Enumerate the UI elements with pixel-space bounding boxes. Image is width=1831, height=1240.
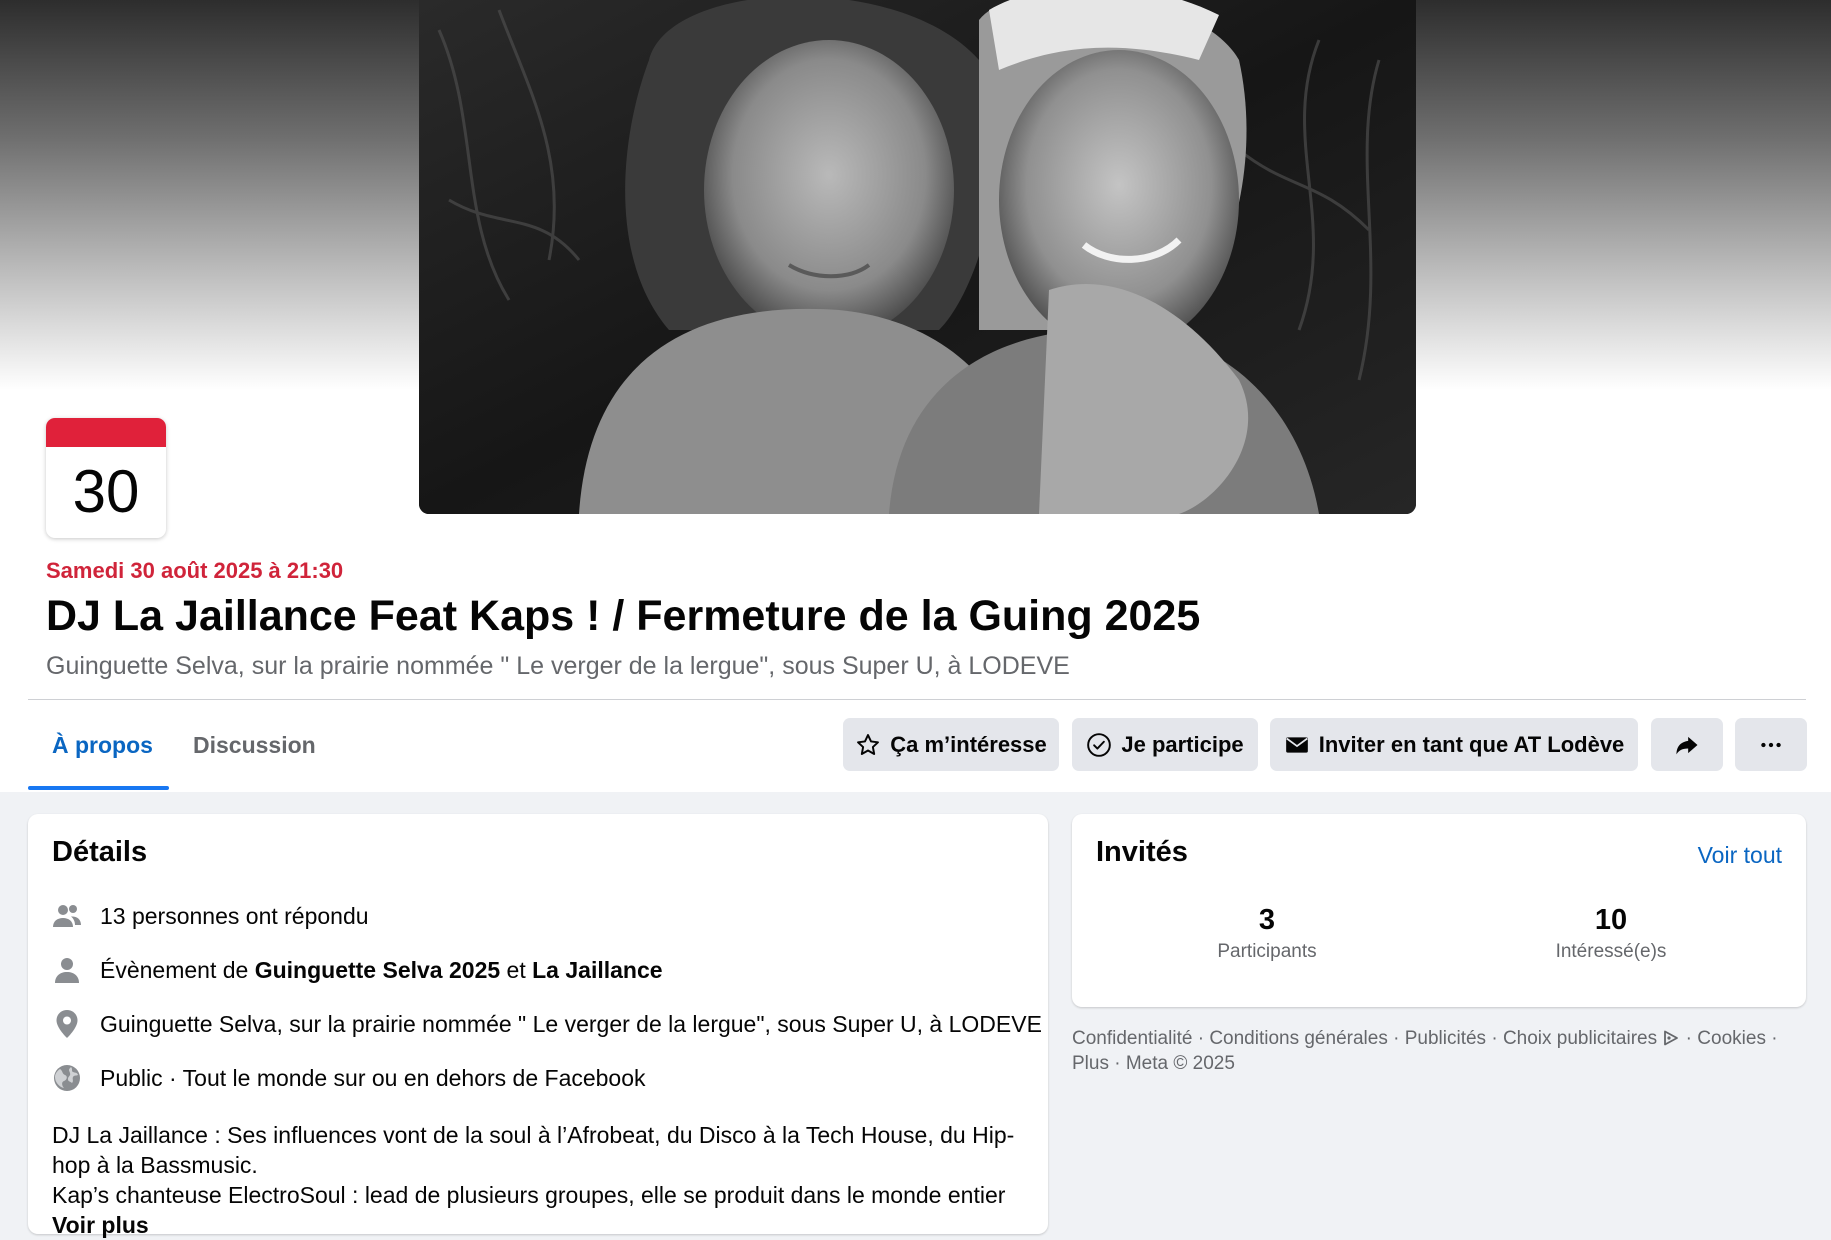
footer-links: Confidentialité · Conditions générales ·…	[1072, 1028, 1778, 1074]
more-options-button[interactable]	[1735, 718, 1807, 771]
detail-responded: 13 personnes ont répondu	[52, 899, 369, 933]
hosts-text: Évènement de Guinguette Selva 2025 et La…	[100, 957, 663, 984]
description-line-1: DJ La Jaillance : Ses influences vont de…	[52, 1122, 1015, 1178]
privacy-text: Public · Tout le monde sur ou en dehors …	[100, 1064, 646, 1091]
event-title: DJ La Jaillance Feat Kaps ! / Fermeture …	[46, 592, 1201, 640]
cover-photo[interactable]	[419, 0, 1416, 514]
tab-discussion[interactable]: Discussion	[169, 700, 318, 790]
footer-cookies-link[interactable]: Cookies	[1697, 1028, 1766, 1049]
globe-icon	[52, 1063, 82, 1093]
detail-location: Guinguette Selva, sur la prairie nommée …	[52, 1007, 1042, 1041]
calendar-date-icon: 30	[46, 418, 166, 538]
invite-button[interactable]: Inviter en tant que AT Lodève	[1270, 718, 1638, 771]
invite-label: Inviter en tant que AT Lodève	[1318, 731, 1625, 757]
cover-photo-image	[419, 0, 1416, 514]
interested-button[interactable]: Ça m’intéresse	[843, 718, 1059, 771]
interested-stat[interactable]: 10 Intéressé(e)s	[1511, 904, 1711, 963]
see-more-link[interactable]: Voir plus	[52, 1212, 149, 1238]
going-label: Je participe	[1121, 731, 1244, 757]
participants-count: 3	[1258, 904, 1276, 936]
tab-active-indicator	[28, 786, 169, 790]
interested-label: Ça m’intéresse	[890, 731, 1047, 757]
event-description: DJ La Jaillance : Ses influences vont de…	[52, 1120, 1052, 1240]
people-icon	[52, 901, 82, 931]
see-all-link[interactable]: Voir tout	[1698, 842, 1782, 869]
event-date: Samedi 30 août 2025 à 21:30	[46, 558, 344, 583]
person-icon	[52, 955, 82, 985]
detail-privacy: Public · Tout le monde sur ou en dehors …	[52, 1061, 646, 1095]
responded-text: 13 personnes ont répondu	[100, 902, 369, 929]
calendar-band	[46, 418, 166, 447]
footer-ads-link[interactable]: Publicités	[1405, 1028, 1486, 1049]
location-text[interactable]: Guinguette Selva, sur la prairie nommée …	[100, 1011, 1042, 1038]
footer-ad-choices-link[interactable]: Choix publicitaires	[1503, 1028, 1680, 1049]
guests-heading: Invités	[1096, 836, 1188, 868]
event-header: 30 Samedi 30 août 2025 à 21:30 DJ La Jai…	[0, 0, 1831, 792]
share-button[interactable]	[1651, 718, 1723, 771]
host-separator: et	[506, 956, 526, 983]
footer-ad-choices-label: Choix publicitaires	[1502, 1028, 1658, 1049]
star-icon	[857, 733, 880, 755]
check-circle-icon	[1087, 732, 1112, 757]
ad-choices-icon	[1664, 1030, 1679, 1046]
envelope-icon	[1285, 736, 1308, 753]
interested-count: 10	[1594, 904, 1628, 936]
host-link-guinguette[interactable]: Guinguette Selva 2025	[255, 957, 500, 983]
tab-about[interactable]: À propos	[28, 700, 169, 790]
footer-privacy-link[interactable]: Confidentialité	[1072, 1028, 1192, 1049]
footer-terms-link[interactable]: Conditions générales	[1209, 1028, 1388, 1049]
detail-hosts: Évènement de Guinguette Selva 2025 et La…	[52, 953, 663, 987]
details-card: Détails 13 personnes ont répondu Évèneme…	[28, 814, 1048, 1238]
host-link-jaillance[interactable]: La Jaillance	[532, 957, 662, 983]
event-location[interactable]: Guinguette Selva, sur la prairie nommée …	[46, 652, 1070, 681]
location-pin-icon	[52, 1009, 82, 1039]
details-heading: Détails	[52, 836, 148, 868]
participants-label: Participants	[1217, 941, 1317, 962]
calendar-day: 30	[72, 458, 140, 525]
going-button[interactable]: Je participe	[1072, 718, 1258, 771]
description-line-2: Kap’s chanteuse ElectroSoul : lead de pl…	[52, 1180, 1052, 1240]
more-dots-icon	[1761, 742, 1781, 747]
description-line-2-text: Kap’s chanteuse ElectroSoul : lead de pl…	[52, 1182, 1006, 1208]
interested-label-text: Intéressé(e)s	[1555, 941, 1667, 962]
guests-card: Invités Voir tout 3 Participants 10 Inté…	[1072, 814, 1806, 1007]
footer-more-link[interactable]: Plus	[1072, 1053, 1109, 1074]
event-by-label: Évènement de	[100, 956, 249, 983]
share-arrow-icon	[1676, 736, 1698, 754]
tab-about-label: À propos	[52, 732, 153, 758]
participants-stat[interactable]: 3 Participants	[1167, 904, 1367, 963]
tab-discussion-label: Discussion	[193, 732, 316, 758]
footer-copyright: Meta © 2025	[1125, 1053, 1235, 1074]
